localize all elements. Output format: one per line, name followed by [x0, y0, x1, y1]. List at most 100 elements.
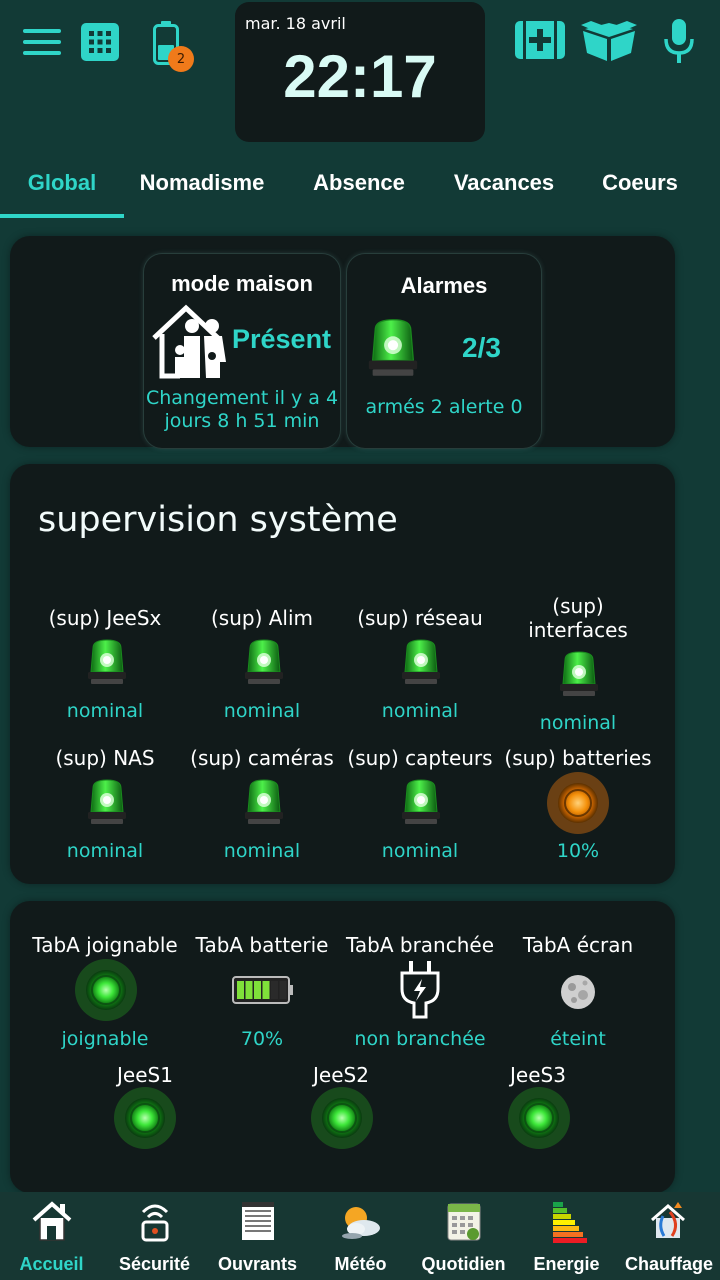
nav-quotidien[interactable]: Quotidien	[412, 1192, 515, 1280]
sup-cameras-status: nominal	[223, 840, 301, 862]
sup-jeesx-status: nominal	[66, 700, 144, 722]
tab-absence[interactable]: Absence	[290, 150, 428, 216]
sup-reseau-status: nominal	[381, 700, 459, 722]
green-led-icon	[311, 1087, 373, 1153]
battery-level-icon	[232, 975, 294, 1009]
nav-energie[interactable]: Energie	[515, 1192, 618, 1280]
nav-meteo[interactable]: Météo	[309, 1192, 412, 1280]
taba-joignable-status: joignable	[61, 1028, 149, 1050]
taba-ecran-label: TabA écran	[522, 933, 634, 957]
nav-chauffage[interactable]: Chauffage	[618, 1192, 720, 1280]
energy-icon	[547, 1198, 587, 1248]
security-icon	[135, 1198, 175, 1248]
battery-cell	[279, 981, 287, 999]
shutter-icon	[238, 1198, 278, 1248]
notification-badge: 2	[168, 46, 194, 72]
time-text: 22:17	[283, 43, 437, 110]
sup-interfaces-label-line1: (sup)	[552, 594, 604, 618]
mode-maison-title: mode maison	[171, 271, 313, 296]
green-alarm-light-icon	[242, 776, 286, 834]
first-aid-icon[interactable]	[514, 18, 566, 62]
grid-icon[interactable]	[80, 22, 120, 62]
top-bar: 2 mar. 18 avril 22:17	[0, 0, 720, 150]
battery-cell	[254, 981, 261, 999]
microphone-icon[interactable]	[660, 18, 698, 64]
alarmes-value: 2/3	[462, 332, 501, 363]
green-alarm-light-icon	[85, 776, 129, 834]
tablet-card: TabA joignable joignable TabA batterie 7…	[10, 901, 675, 1193]
sup-nas-status: nominal	[66, 840, 144, 862]
taba-branchee-status: non branchée	[354, 1028, 486, 1050]
supervision-card: supervision système (sup) JeeSx nominal …	[10, 464, 675, 884]
green-alarm-light-icon	[85, 636, 129, 694]
battery-cell	[237, 981, 244, 999]
sup-batteries-label: (sup) batteries	[504, 746, 652, 770]
jees1-label: JeeS1	[117, 1063, 173, 1087]
sup-nas-label: (sup) NAS	[55, 746, 155, 770]
calendar-icon	[444, 1198, 484, 1248]
menu-icon[interactable]	[22, 24, 62, 60]
green-led-icon	[114, 1087, 176, 1153]
alarmes-title: Alarmes	[400, 273, 488, 298]
tab-bar: Global Nomadisme Absence Vacances Coeurs	[0, 150, 720, 220]
tab-coeurs[interactable]: Coeurs	[588, 150, 692, 216]
nav-quotidien-label: Quotidien	[421, 1254, 506, 1274]
clock-widget: mar. 18 avril 22:17	[235, 2, 485, 142]
jees2-label: JeeS2	[313, 1063, 369, 1087]
mode-maison-widget[interactable]: mode maison Présent Changement il y a 4 …	[144, 254, 340, 448]
nav-securite-label: Sécurité	[118, 1254, 191, 1274]
taba-joignable-label: TabA joignable	[32, 933, 178, 957]
alarm-light-icon	[365, 314, 421, 388]
sup-capteurs-status: nominal	[381, 840, 459, 862]
battery-cell	[245, 981, 253, 999]
alarmes-widget[interactable]: Alarmes 2/3 armés 2 alerte 0	[347, 254, 541, 448]
green-alarm-light-icon	[399, 776, 443, 834]
sup-batteries-status: 10%	[556, 840, 600, 862]
mode-change-line1: Changement il y a 4	[145, 387, 339, 409]
nav-energie-label: Energie	[533, 1254, 600, 1274]
green-led-icon	[508, 1087, 570, 1153]
sup-reseau-label: (sup) réseau	[357, 606, 483, 630]
tab-global[interactable]: Global	[0, 150, 124, 216]
sup-alim-status: nominal	[223, 700, 301, 722]
nav-accueil-label: Accueil	[19, 1254, 84, 1274]
active-tab-indicator	[0, 214, 124, 218]
nav-meteo-label: Météo	[334, 1254, 387, 1274]
sup-cameras-label: (sup) caméras	[190, 746, 334, 770]
taba-ecran-status: éteint	[550, 1028, 606, 1050]
sup-interfaces-label-line2: interfaces	[528, 618, 628, 642]
alarmes-detail: armés 2 alerte 0	[365, 396, 523, 418]
mode-change-line2: jours 8 h 51 min	[164, 410, 320, 432]
taba-batterie-status: 70%	[240, 1028, 284, 1050]
mode-maison-value: Présent	[232, 324, 332, 354]
sup-alim-label: (sup) Alim	[210, 606, 314, 630]
supervision-title: supervision système	[38, 500, 398, 540]
green-led-icon	[75, 959, 137, 1025]
family-house-icon	[150, 304, 230, 384]
tab-nomadisme[interactable]: Nomadisme	[124, 150, 280, 216]
bottom-navigation: Accueil Sécurité Ouvrants Météo Quotidie…	[0, 1192, 720, 1280]
open-box-icon[interactable]	[580, 18, 638, 62]
plug-icon	[396, 961, 444, 1025]
date-text: mar. 18 avril	[245, 14, 346, 33]
green-alarm-light-icon	[399, 636, 443, 694]
jees3-label: JeeS3	[510, 1063, 566, 1087]
tab-vacances[interactable]: Vacances	[440, 150, 568, 216]
home-status-card: mode maison Présent Changement il y a 4 …	[10, 236, 675, 448]
battery-cell	[271, 981, 278, 999]
moon-icon	[559, 973, 597, 1015]
sup-jeesx-label: (sup) JeeSx	[48, 606, 162, 630]
sup-capteurs-label: (sup) capteurs	[347, 746, 493, 770]
nav-accueil[interactable]: Accueil	[0, 1192, 103, 1280]
taba-branchee-label: TabA branchée	[345, 933, 495, 957]
nav-ouvrants-label: Ouvrants	[217, 1254, 298, 1274]
home-icon	[30, 1198, 74, 1248]
orange-indicator-icon	[547, 772, 609, 838]
heating-icon	[646, 1198, 692, 1248]
green-alarm-light-icon	[242, 636, 286, 694]
nav-chauffage-label: Chauffage	[624, 1254, 713, 1274]
weather-icon	[338, 1198, 384, 1248]
nav-ouvrants[interactable]: Ouvrants	[206, 1192, 309, 1280]
battery-cell	[262, 981, 270, 999]
nav-securite[interactable]: Sécurité	[103, 1192, 206, 1280]
